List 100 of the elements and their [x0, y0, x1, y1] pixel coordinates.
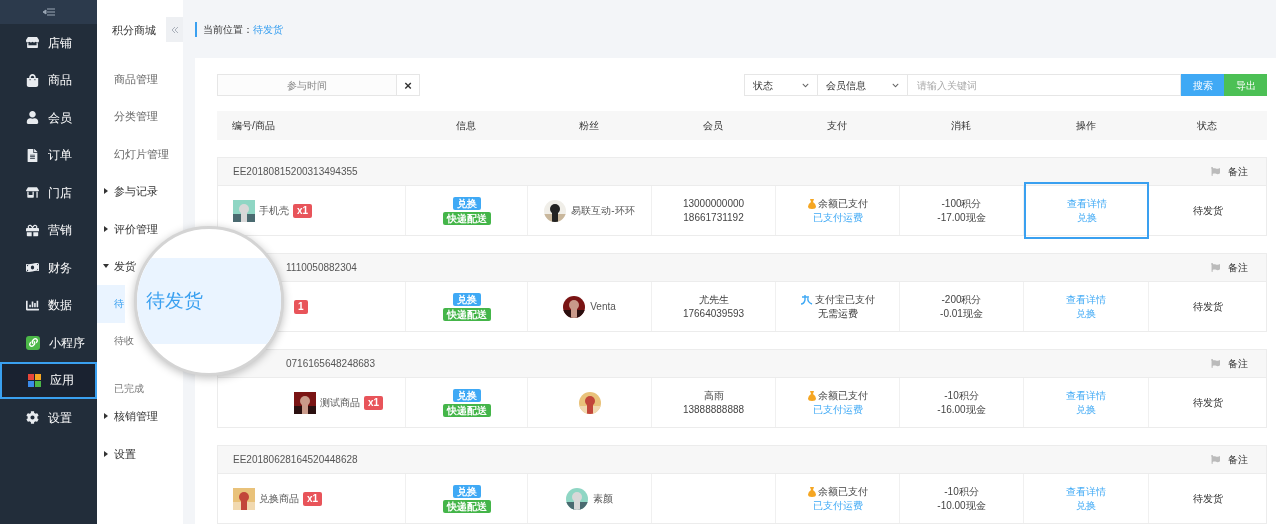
payment-status: 支付宝已支付 [814, 292, 875, 307]
shipping-status: 已支付运费 [812, 210, 863, 225]
order-number: 0716165648248683 [285, 357, 375, 371]
menu-link[interactable]: 发货 [114, 258, 136, 275]
product-name: 兑换商品 [259, 492, 299, 506]
shop-icon [26, 186, 39, 200]
member-info: 13888888888 [682, 402, 745, 417]
order-status: 待发货 [1192, 492, 1223, 506]
nav-item[interactable]: 订单 [0, 136, 97, 174]
menu-collapse-icon[interactable] [42, 8, 55, 16]
menu-link[interactable]: 商品管理 [114, 70, 158, 87]
magnified-label: 待发货 [146, 288, 203, 313]
order-status: 待发货 [1192, 300, 1223, 314]
date-field[interactable]: 参与时间 [217, 74, 397, 96]
menu-link[interactable]: 核销管理 [114, 408, 158, 425]
flag-icon [1211, 167, 1220, 176]
bar-chart-icon [26, 298, 39, 312]
cost-value: -16.00现金 [937, 402, 986, 417]
shipping-status: 已支付运费 [812, 498, 863, 513]
section-title: 积分商城 [112, 22, 156, 38]
product-name: 手机壳 [259, 204, 289, 218]
tag: 兑换 [452, 388, 481, 402]
settings-icon [26, 411, 39, 425]
quantity-badge: 1 [294, 299, 308, 314]
clear-button[interactable]: × [397, 74, 420, 96]
nav-item[interactable]: 小程序 [0, 324, 97, 362]
quantity-badge: x1 [364, 395, 384, 410]
tag: 快递配送 [442, 499, 491, 513]
nav-item[interactable]: 会员 [0, 99, 97, 137]
tag: 兑换 [452, 292, 481, 306]
grid-icon [28, 373, 41, 387]
tag: 快递配送 [442, 211, 491, 225]
member-info: 高雨 [703, 388, 724, 403]
keyword-field[interactable]: 请输入关键词 [908, 74, 1181, 96]
chevron-down-icon [802, 81, 809, 89]
menu-link[interactable]: 分类管理 [114, 108, 158, 125]
member-select[interactable]: 会员信息 [818, 74, 908, 96]
breadcrumb-label: 当前位置： [203, 22, 253, 37]
cost-value: -0.01现金 [940, 306, 983, 321]
order-number: EE20180815200313494355 [232, 165, 358, 179]
shipping-status: 已支付运费 [812, 402, 863, 417]
note-link[interactable]: 备注 [1228, 260, 1248, 275]
product-name: 测试商品 [320, 396, 360, 410]
menu-link[interactable]: 评价管理 [114, 220, 158, 237]
cost-value: -10.00现金 [937, 498, 986, 513]
link-icon [26, 335, 40, 350]
double-chevron-icon [170, 25, 179, 34]
flag-icon [1211, 263, 1220, 272]
payment-status: 余额已支付 [817, 196, 868, 211]
note-link[interactable]: 备注 [1228, 164, 1248, 179]
nav-item[interactable]: 设置 [0, 399, 97, 437]
shipping-status: 无需运费 [817, 306, 858, 321]
chevron-down-icon [892, 81, 899, 89]
submenu-item[interactable]: 已完成 [97, 382, 145, 395]
user-icon [26, 111, 39, 125]
note-link[interactable]: 备注 [1228, 452, 1248, 467]
column-header: 支付 [826, 119, 848, 133]
tag: 快递配送 [442, 403, 491, 417]
nav-item[interactable]: 门店 [0, 174, 97, 212]
quantity-badge: x1 [293, 203, 313, 218]
column-header: 编号/商品 [231, 119, 276, 133]
tag: 兑换 [452, 196, 481, 210]
store-icon [26, 36, 39, 50]
nav-item[interactable]: 应用 [0, 361, 97, 399]
status-select[interactable]: 状态 [744, 74, 818, 96]
cost-value: -100积分 [941, 196, 982, 211]
note-link[interactable]: 备注 [1228, 356, 1248, 371]
cost-value: -17.00现金 [937, 210, 986, 225]
nav-item[interactable]: 营销 [0, 211, 97, 249]
menu-link[interactable]: 参与记录 [114, 183, 158, 200]
column-header: 状态 [1195, 119, 1218, 133]
fan-name: 素颜 [593, 492, 613, 506]
tag: 快递配送 [442, 307, 491, 321]
nav-item[interactable]: 店铺 [0, 24, 97, 62]
cost-value: -10积分 [944, 484, 979, 499]
nav-item[interactable]: 数据 [0, 286, 97, 324]
fan-name: 易联互动-环环 [571, 204, 635, 218]
order-status: 待发货 [1192, 204, 1223, 218]
payment-status: 余额已支付 [817, 388, 868, 403]
member-info: 18661731192 [683, 210, 744, 225]
quantity-badge: x1 [303, 491, 323, 506]
menu-link[interactable]: 设置 [114, 445, 136, 462]
money-bag-icon [807, 390, 816, 401]
order-number: EE20180628164520448628 [232, 453, 358, 467]
order-status: 待发货 [1192, 396, 1223, 410]
nav-item[interactable]: 商品 [0, 61, 97, 99]
money-icon [26, 261, 39, 275]
document-icon [26, 148, 39, 162]
member-info: 13000000000 [682, 196, 745, 211]
column-header: 会员 [702, 119, 724, 133]
menu-link[interactable]: 幻灯片管理 [114, 145, 169, 162]
money-bag-icon [807, 198, 816, 209]
nav-item[interactable]: 财务 [0, 249, 97, 287]
money-bag-icon [807, 486, 816, 497]
submenu-item[interactable]: 待收 [97, 335, 135, 348]
bag-icon [26, 73, 39, 87]
column-header: 粉丝 [578, 119, 600, 133]
fan-name: Venta [590, 300, 616, 314]
member-info: 17664039593 [682, 306, 745, 321]
payment-status: 余额已支付 [817, 484, 868, 499]
